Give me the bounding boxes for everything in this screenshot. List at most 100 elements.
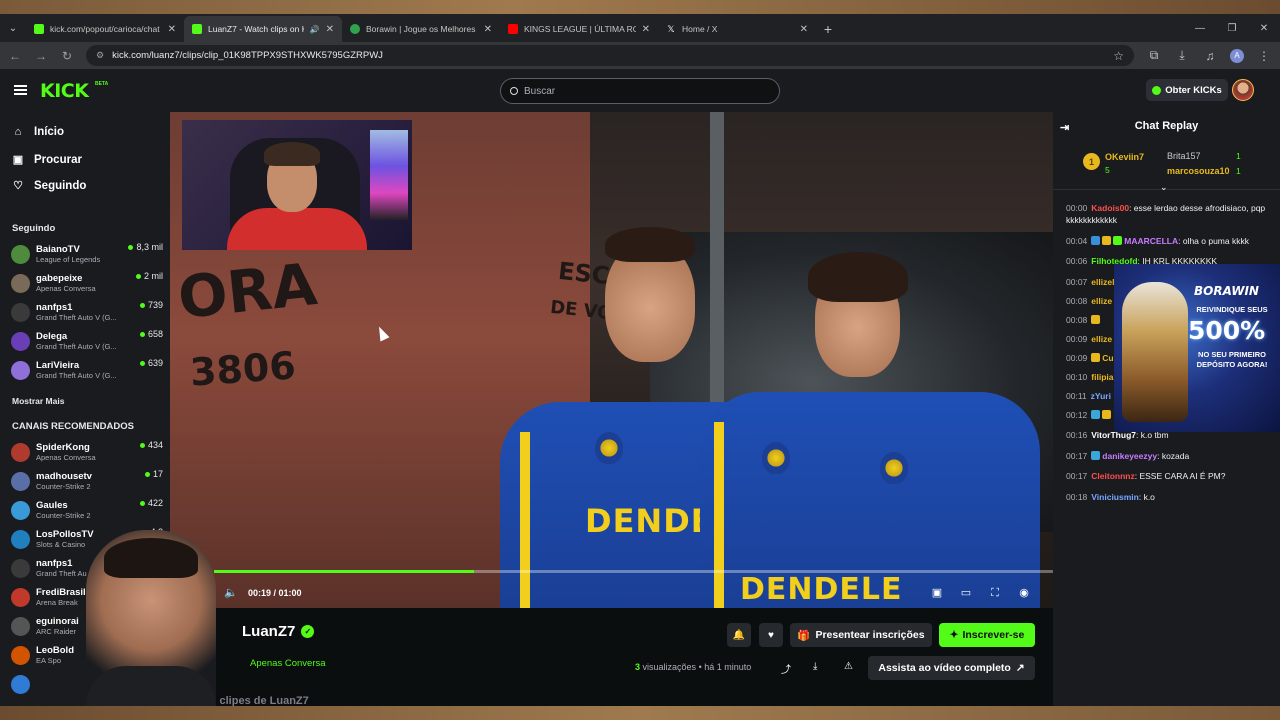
browser-tab-2[interactable]: Borawin | Jogue os Melhores Slots ✕: [342, 16, 500, 42]
url-bar[interactable]: ⚙ kick.com/luanz7/clips/clip_01K98TPPX9S…: [86, 45, 1134, 66]
channel-category: Grand Theft Auto V (G...: [36, 371, 117, 380]
collapse-chat-icon[interactable]: ⇥: [1060, 121, 1069, 134]
crown-badge-icon: [1091, 314, 1101, 324]
restore-icon[interactable]: ❐: [1216, 14, 1248, 42]
kick-logo[interactable]: KICK: [40, 80, 89, 102]
speaker-icon[interactable]: 🔊: [310, 25, 320, 34]
search-input[interactable]: Buscar: [500, 78, 780, 104]
fullscreen-icon[interactable]: ⛶: [988, 586, 1002, 600]
msg-user[interactable]: zYuri: [1091, 391, 1111, 401]
close-tab-icon[interactable]: ✕: [642, 24, 650, 35]
notification-bell-button[interactable]: 🔔: [727, 623, 751, 647]
close-tab-icon[interactable]: ✕: [484, 24, 492, 35]
report-warning-icon[interactable]: ⚠: [844, 661, 853, 672]
close-tab-icon[interactable]: ✕: [326, 24, 334, 35]
tab-search-chevron-icon[interactable]: ⌄: [0, 14, 26, 42]
playback-speed-icon[interactable]: ◉: [1017, 586, 1031, 600]
sidebar-channel-gaules[interactable]: Gaules Counter-Strike 2 422: [11, 497, 163, 523]
tab-title: Borawin | Jogue os Melhores Slots: [366, 24, 478, 34]
channel-name: Gaules: [36, 500, 68, 511]
msg-user[interactable]: ellize: [1091, 334, 1112, 344]
close-tab-icon[interactable]: ✕: [800, 24, 808, 35]
forward-arrow-icon[interactable]: →: [34, 49, 48, 63]
volume-icon[interactable]: 🔈: [224, 586, 238, 599]
download-icon[interactable]: ⤓: [813, 661, 817, 672]
media-control-icon[interactable]: ♫: [1202, 49, 1218, 63]
channel-name: Delega: [36, 331, 68, 342]
hamburger-menu-icon[interactable]: [14, 85, 27, 95]
back-arrow-icon[interactable]: ←: [8, 49, 22, 63]
sidebar-channel-delega[interactable]: Delega Grand Theft Auto V (G... 658: [11, 328, 163, 354]
leader-name[interactable]: Brita157: [1167, 151, 1201, 161]
external-link-icon: ↗: [1015, 662, 1025, 674]
show-more-link[interactable]: Mostrar Mais: [12, 396, 64, 406]
msg-user[interactable]: Cleitonnnz: [1091, 471, 1134, 481]
sidebar-channel-gabepeixe[interactable]: gabepeixe Apenas Conversa 2 mil: [11, 270, 163, 296]
bookmark-star-icon[interactable]: ☆: [1113, 49, 1124, 63]
msg-user[interactable]: Kadois00: [1091, 203, 1129, 213]
borawin-favicon-icon: [350, 24, 360, 34]
clip-category[interactable]: Apenas Conversa: [250, 658, 326, 669]
browser-tabbar: ⌄ kick.com/popout/carioca/chat ✕ LuanZ7 …: [0, 14, 1280, 42]
search-placeholder: Buscar: [524, 85, 556, 97]
extensions-puzzle-icon[interactable]: ⧉: [1146, 48, 1162, 63]
clip-author[interactable]: LuanZ7 ✓: [242, 623, 315, 640]
sub-badge-icon: [1113, 235, 1123, 245]
msg-user[interactable]: filipia: [1091, 372, 1113, 382]
borawin-ad-banner[interactable]: BORAWIN REIVINDIQUE SEUS 500% NO SEU PRI…: [1114, 264, 1280, 432]
gift-subs-button[interactable]: 🎁 Presentear inscrições: [790, 623, 932, 647]
leader-name[interactable]: OKeviin7: [1105, 152, 1144, 162]
window-close-icon[interactable]: ✕: [1248, 14, 1280, 42]
msg-time: 00:09: [1066, 333, 1088, 344]
channel-name: SpiderKong: [36, 442, 90, 453]
expand-leaderboard-icon[interactable]: ⌄: [1160, 182, 1168, 193]
subscribe-button[interactable]: ✦ Inscrever-se: [939, 623, 1035, 647]
url-text: kick.com/luanz7/clips/clip_01K98TPPX9STH…: [112, 50, 383, 61]
get-kicks-button[interactable]: Obter KICKs: [1146, 79, 1228, 101]
chat-panel: ⇥ Chat Replay 1 OKeviin7 5 Brita157 1 ma…: [1053, 112, 1280, 706]
browser-tab-0[interactable]: kick.com/popout/carioca/chat ✕: [26, 16, 184, 42]
channel-category: League of Legends: [36, 255, 101, 264]
new-tab-plus-icon[interactable]: +: [816, 16, 840, 42]
msg-user[interactable]: Viniciusmin: [1091, 492, 1139, 502]
theater-mode-icon[interactable]: ▭: [959, 586, 973, 600]
sidebar-channel-spiderkong[interactable]: SpiderKong Apenas Conversa 434: [11, 439, 163, 465]
close-tab-icon[interactable]: ✕: [168, 24, 176, 35]
browser-tab-4[interactable]: 𝕏 Home / X ✕: [658, 16, 816, 42]
video-player[interactable]: ORA 3806 ESCOLA DE VOLEI DENDELE DENDELE: [170, 112, 1053, 608]
miniplayer-icon[interactable]: ▣: [930, 586, 944, 600]
leader-name[interactable]: marcosouza10: [1167, 166, 1230, 176]
sidebar-nav-following[interactable]: ♡ Seguindo: [12, 179, 86, 193]
channel-category: Counter-Strike 2: [36, 511, 91, 520]
share-icon[interactable]: ⤴: [781, 661, 791, 676]
minimize-icon[interactable]: —: [1184, 14, 1216, 42]
person-right: DENDELE: [700, 242, 1040, 608]
badge-icon: [1102, 235, 1112, 245]
watch-full-video-button[interactable]: Assista ao vídeo completo ↗: [868, 656, 1035, 680]
msg-user[interactable]: danikeyeezyy: [1102, 451, 1157, 461]
video-progress-bar[interactable]: [214, 570, 1053, 573]
msg-user[interactable]: ellizel: [1091, 277, 1114, 287]
channel-avatar: [11, 587, 30, 607]
msg-user[interactable]: ellize: [1091, 296, 1112, 306]
browser-tab-3[interactable]: KINGS LEAGUE | ÚLTIMA RO ✕: [500, 16, 658, 42]
browser-tab-1[interactable]: LuanZ7 - Watch clips on Kick 🔊 ✕: [184, 16, 342, 42]
sidebar-channel-baianotv[interactable]: BaianoTV League of Legends 8,3 mil: [11, 241, 163, 267]
follow-heart-button[interactable]: ♥: [759, 623, 783, 647]
sidebar-channel-madhousetv[interactable]: madhousetv Counter-Strike 2 17: [11, 468, 163, 494]
sidebar-nav-browse[interactable]: ▣ Procurar: [12, 153, 82, 167]
browser-profile-avatar[interactable]: A: [1230, 48, 1244, 63]
reload-icon[interactable]: ↻: [60, 49, 74, 63]
download-icon[interactable]: ⤓: [1174, 48, 1190, 63]
kick-header: KICK BETA Buscar Obter KICKs: [0, 69, 1280, 112]
browser-menu-kebab-icon[interactable]: ⋮: [1256, 49, 1272, 63]
msg-user[interactable]: MAARCELLA: [1124, 236, 1178, 246]
sidebar-channel-nanfps1[interactable]: nanfps1 Grand Theft Auto V (G... 739: [11, 299, 163, 325]
msg-user[interactable]: Cu: [1102, 353, 1113, 363]
sidebar-channel-larivieira[interactable]: LariVieira Grand Theft Auto V (G... 639: [11, 357, 163, 383]
hair: [605, 227, 695, 262]
msg-text: : ESSE CARA AI É PM?: [1134, 471, 1226, 481]
sidebar-nav-home[interactable]: ⌂ Início: [12, 126, 64, 138]
site-info-icon[interactable]: ⚙: [96, 50, 104, 61]
user-avatar[interactable]: [1232, 79, 1254, 101]
